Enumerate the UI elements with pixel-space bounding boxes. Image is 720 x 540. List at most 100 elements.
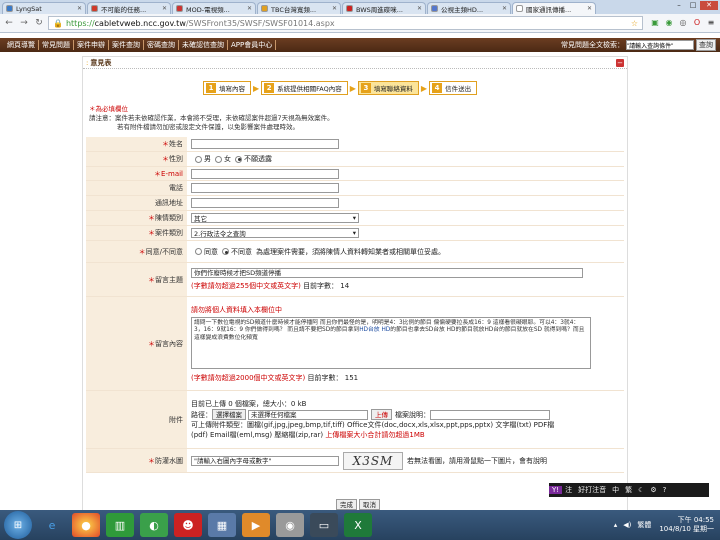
app-icon[interactable]: ☻ [174,513,202,537]
app-icon[interactable]: ◐ [140,513,168,537]
browser-tab[interactable]: BWS周進碟咪... ✕ [342,2,426,14]
media-player-icon[interactable]: ▶ [242,513,270,537]
gender-radio[interactable] [195,155,202,163]
nav-link[interactable]: 密碼查詢 [144,40,179,50]
favicon-icon [346,5,353,12]
panel-header: : 意見表 − [83,57,627,69]
browser-tab[interactable]: MOD-電視頻... ✕ [172,2,256,14]
ime-moon-icon[interactable]: ☾ [635,486,647,494]
ime-help-icon[interactable]: ? [660,486,670,494]
email-input[interactable] [191,168,339,179]
url-input[interactable]: 🔒 https:// cabletvweb.ncc.gov.tw /SWSFro… [48,16,643,30]
browser-tab[interactable]: 國家通訊傳播... ✕ [512,2,596,14]
extension-icon[interactable]: ▣ [649,17,661,29]
category-select[interactable]: 其它 ▾ [191,213,359,223]
file-description-input[interactable] [430,409,550,420]
captcha-row: ＊防灌水圖 "請輸入右圖內字母或數字" X3SM 若無法看圖，請用滑鼠點一下圖片… [86,449,624,473]
apps-grid-icon[interactable]: ▦ [208,513,236,537]
tray-chevron-icon[interactable]: ▴ [614,521,618,529]
favicon-icon [431,5,438,12]
collapse-icon[interactable]: − [616,58,624,67]
browser-tab[interactable]: TBC台灣寬頻... ✕ [257,2,341,14]
excel-icon[interactable]: X [344,513,372,537]
extension-icon[interactable]: ◉ [663,17,675,29]
close-tab-icon[interactable]: ✕ [162,5,167,12]
gender-radio[interactable] [215,155,222,163]
nav-link[interactable]: 未確認信查詢 [179,40,228,50]
start-button[interactable]: ⊞ [4,511,32,539]
ime-bar: Y! 注 好打注音 中 繁 ☾ ⚙ ? [549,483,709,497]
browser-tab[interactable]: LyngSat ✕ [2,2,86,14]
reload-icon[interactable]: ↻ [33,17,45,29]
content-warning: 請勿將個人資料填入本欄位中 [191,305,282,314]
submit-button[interactable]: 完成 [336,499,357,510]
favicon-icon [91,5,98,12]
nav-link[interactable]: APP會員中心 [228,40,277,50]
close-tab-icon[interactable]: ✕ [587,5,592,12]
volume-icon[interactable]: ◀) [623,521,631,529]
close-tab-icon[interactable]: ✕ [502,5,507,12]
close-tab-icon[interactable]: ✕ [417,5,422,12]
opera-icon[interactable]: O [691,17,703,29]
step-arrow-icon: ▶ [253,83,260,93]
extension-icon[interactable]: ◎ [677,17,689,29]
favicon-icon [6,5,13,12]
maximize-icon[interactable]: □ [686,1,700,10]
form-notes: ＊為必填欄位 請注意：案件若未依確認作業，本會將不受理，未依確認案件超過7天視為… [89,105,334,131]
captcha-input[interactable]: "請輸入右圖內字母或數字" [191,455,339,466]
consent-radio[interactable] [195,248,202,255]
subject-row: ＊留言主題 你們作廢時候才把SD頻道停播 (字數請勿超過255個中文或英文字) … [86,263,624,297]
site-nav: 網頁導覽 常見問題 案件申辦 案件查詢 密碼查詢 未確認信查詢 APP會員中心 常見問題全文… [0,38,720,52]
upload-button[interactable]: 上傳 [371,409,392,420]
step-arrow-icon: ▶ [349,83,356,93]
ime-logo-icon[interactable]: Y! [549,486,563,494]
phone-input[interactable] [191,183,339,193]
file-path-display: 未選擇任何檔案 [248,409,368,420]
cancel-button[interactable]: 取消 [359,499,380,510]
taskbar: ⊞ e ● ▥ ◐ ☻ ▦ ▶ ◉ ▭ X ▴ ◀) 繁體 下午 04:55 1… [0,510,720,540]
back-icon[interactable]: ← [3,17,15,29]
phone-row: 電話 [86,181,624,196]
menu-icon[interactable]: ≡ [705,17,717,29]
nav-link[interactable]: 常見問題 [39,40,74,50]
address-input[interactable] [191,198,339,208]
close-tab-icon[interactable]: ✕ [247,5,252,12]
panel-title: 意見表 [90,58,112,67]
category-row: ＊陳情類別 其它 ▾ [86,211,624,226]
ie-icon[interactable]: e [38,513,66,537]
ime-settings-icon[interactable]: ⚙ [647,486,659,494]
subject-input[interactable]: 你們作廢時候才把SD頻道停播 [191,268,583,278]
close-tab-icon[interactable]: ✕ [77,5,82,12]
browser-tab[interactable]: 不可能的任務... ✕ [87,2,171,14]
content-textarea[interactable]: 請問一下數位電視的SD頻道什麼時候才能停播阿 而且你們最怪的是，明明是4：3比例… [191,316,591,369]
gender-radio[interactable] [235,155,242,163]
browser-tab[interactable]: 公視主頻HD... ✕ [427,2,511,14]
contact-form: ＊姓名 ＊性別 男女不願透露 ＊ E-mail 電話 通訊地址 ＊陳情類別 其它 ▾ [86,137,624,473]
address-bar: ← → ↻ 🔒 https:// cabletvweb.ncc.gov.tw /… [0,14,720,33]
case-type-select[interactable]: 2.行政法令之查詢 ▾ [191,228,359,238]
chevron-down-icon: ▾ [352,214,356,222]
close-tab-icon[interactable]: ✕ [332,5,337,12]
close-window-icon[interactable]: ✕ [700,1,718,10]
search-label: 常見問題全文檢索： [561,41,624,49]
camera-icon[interactable]: ◉ [276,513,304,537]
name-input[interactable] [191,139,339,149]
favicon-icon [176,5,183,12]
bookmark-star-icon[interactable]: ☆ [631,19,638,28]
search-input[interactable] [626,40,694,50]
minimize-icon[interactable]: – [672,1,686,10]
nav-link[interactable]: 案件申辦 [74,40,109,50]
window-icon[interactable]: ▭ [310,513,338,537]
choose-file-button[interactable]: 選擇檔案 [212,409,246,420]
chrome-icon[interactable]: ● [72,513,100,537]
clock[interactable]: 下午 04:55 104/8/10 星期一 [659,516,714,534]
nav-link[interactable]: 網頁導覽 [4,40,39,50]
address-row: 通訊地址 [86,196,624,211]
store-icon[interactable]: ▥ [106,513,134,537]
captcha-image[interactable]: X3SM [343,451,403,470]
consent-radio[interactable] [222,248,229,255]
forward-icon[interactable]: → [18,17,30,29]
nav-link[interactable]: 案件查詢 [109,40,144,50]
search-button[interactable]: 查詢 [696,39,716,51]
step-item: 2 系統提供相關FAQ內容 [261,81,348,95]
